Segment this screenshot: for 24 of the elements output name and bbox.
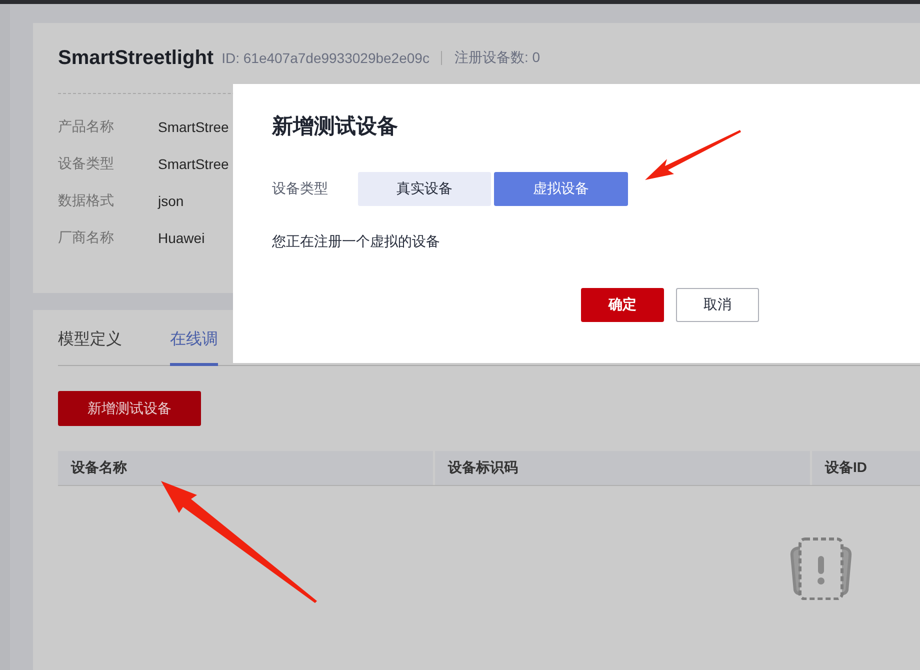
tab[interactable]: 模型定义 (58, 329, 122, 366)
cancel-button[interactable]: 取消 (676, 288, 759, 322)
device-count: 注册设备数: 0 (454, 49, 540, 67)
detail-label: 设备类型 (58, 155, 115, 173)
detail-value: json (158, 193, 184, 209)
empty-state-icon (788, 536, 854, 600)
hint-text: 您正在注册一个虚拟的设备 (272, 233, 441, 251)
detail-label: 厂商名称 (58, 229, 115, 247)
confirm-button[interactable]: 确定 (581, 288, 664, 322)
detail-value: SmartStree (158, 119, 229, 135)
detail-label: 产品名称 (58, 118, 115, 136)
detail-value: SmartStree (158, 156, 229, 172)
product-id: ID: 61e407a7de9933029be2e09c (222, 50, 430, 66)
detail-value: Huawei (158, 230, 205, 246)
device-type-option[interactable]: 真实设备 (358, 172, 491, 206)
device-type-option[interactable]: 虚拟设备 (494, 172, 628, 206)
product-name: SmartStreetlight (58, 46, 214, 70)
tab[interactable]: 在线调 (170, 329, 218, 366)
column-header[interactable]: 设备标识码 (435, 451, 812, 485)
field-label: 设备类型 (272, 180, 329, 198)
add-device-button[interactable]: 新增测试设备 (58, 391, 201, 426)
detail-label: 数据格式 (58, 192, 115, 210)
dialog-title: 新增测试设备 (272, 114, 399, 140)
column-header[interactable]: 设备ID (812, 451, 867, 485)
